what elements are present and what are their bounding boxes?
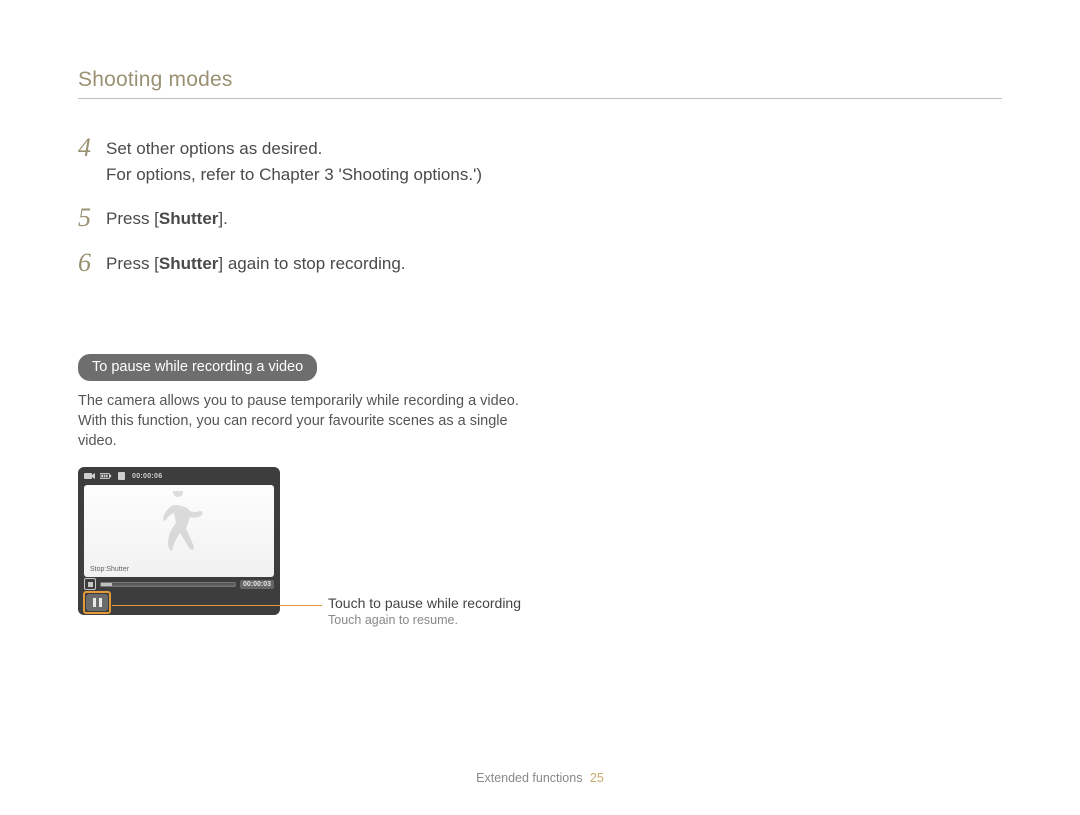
- step-line2: For options, refer to Chapter 3 'Shootin…: [106, 162, 482, 188]
- manual-page: Shooting modes 4 Set other options as de…: [0, 0, 1080, 815]
- subsection-pill: To pause while recording a video: [78, 354, 317, 381]
- step-line1: Set other options as desired.: [106, 139, 322, 158]
- pause-button[interactable]: [86, 594, 108, 611]
- callout-text: Touch to pause while recording Touch aga…: [328, 595, 521, 627]
- camera-screenshot: 00:00:06 Stop:Shutter 00:00:03: [78, 467, 280, 615]
- step-text: Press [Shutter] again to stop recording.: [106, 250, 406, 277]
- step-number: 4: [78, 135, 106, 161]
- step-line-post: ] again to stop recording.: [218, 254, 405, 273]
- step-5: 5 Press [Shutter].: [78, 205, 1002, 232]
- page-footer: Extended functions 25: [0, 771, 1080, 785]
- shutter-bold: Shutter: [159, 254, 219, 273]
- step-line-pre: Press [: [106, 209, 159, 228]
- skater-silhouette-icon: [144, 491, 214, 571]
- step-6: 6 Press [Shutter] again to stop recordin…: [78, 250, 1002, 277]
- camera-bottom-bar: 00:00:03: [84, 577, 274, 591]
- step-text: Press [Shutter].: [106, 205, 228, 232]
- paragraph: The camera allows you to pause temporari…: [78, 391, 548, 451]
- camera-screenshot-wrap: 00:00:06 Stop:Shutter 00:00:03 Touch to …: [78, 467, 1002, 615]
- battery-icon: [100, 471, 112, 481]
- record-indicator-icon: [84, 578, 96, 590]
- camera-viewport: Stop:Shutter: [84, 485, 274, 577]
- callout-sub: Touch again to resume.: [328, 613, 521, 627]
- step-text: Set other options as desired. For option…: [106, 135, 482, 187]
- bottom-timecode: 00:00:03: [240, 580, 274, 589]
- callout-leader-line: [112, 605, 322, 606]
- step-4: 4 Set other options as desired. For opti…: [78, 135, 1002, 187]
- record-progress-bar: [100, 582, 236, 587]
- stop-shutter-label: Stop:Shutter: [90, 566, 129, 573]
- step-number: 5: [78, 205, 106, 231]
- memory-card-icon: [116, 471, 128, 481]
- shutter-bold: Shutter: [159, 209, 219, 228]
- step-line-pre: Press [: [106, 254, 159, 273]
- footer-page-number: 25: [590, 771, 604, 785]
- camera-top-bar: 00:00:06: [78, 467, 280, 485]
- step-number: 6: [78, 250, 106, 276]
- section-title: Shooting modes: [78, 68, 1002, 99]
- step-line-post: ].: [218, 209, 227, 228]
- top-timecode: 00:00:06: [132, 473, 162, 480]
- footer-section: Extended functions: [476, 771, 582, 785]
- video-mode-icon: [84, 471, 96, 481]
- callout-main: Touch to pause while recording: [328, 595, 521, 611]
